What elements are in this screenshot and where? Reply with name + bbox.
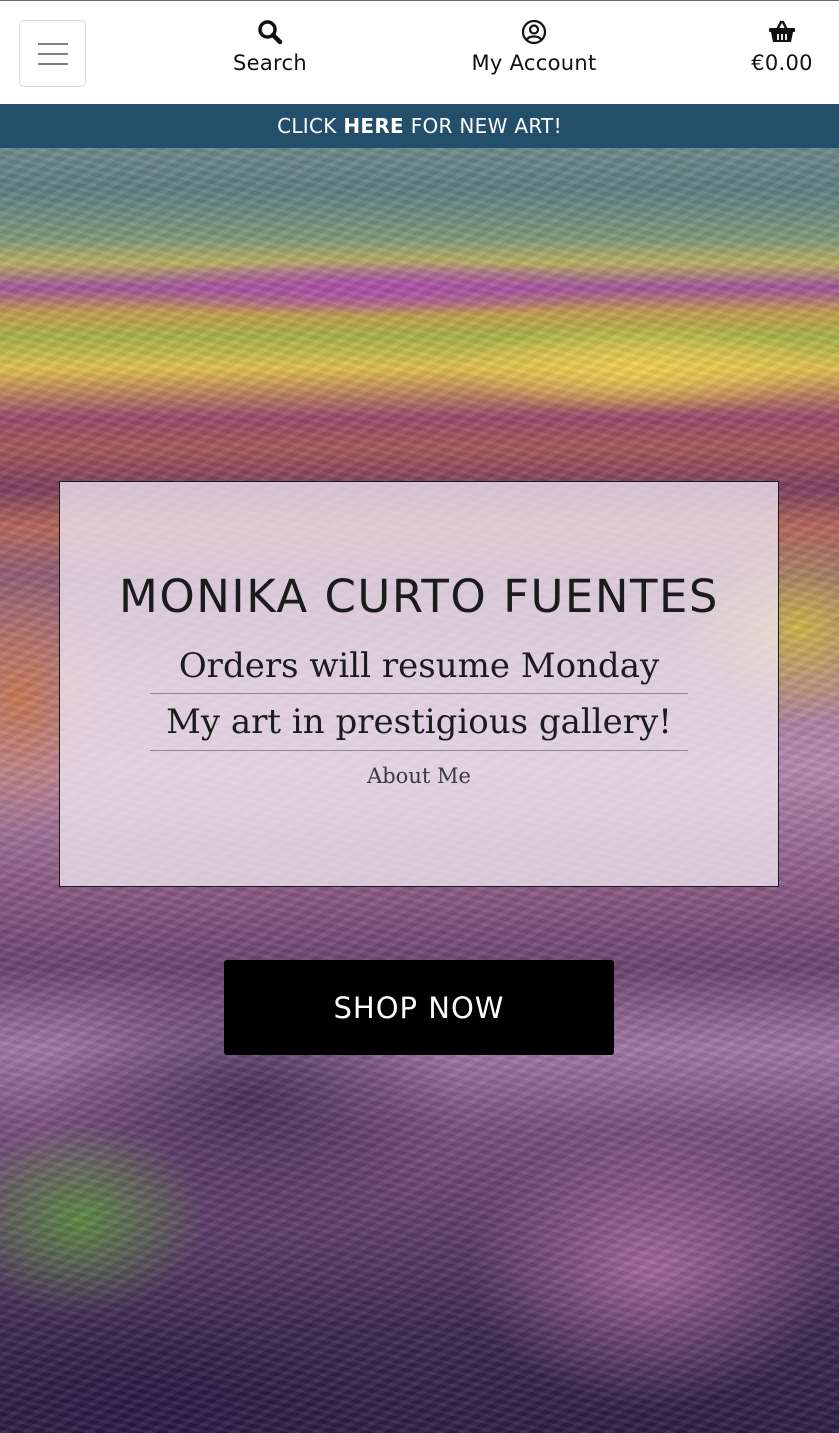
shop-now-button[interactable]: SHOP NOW — [224, 960, 614, 1055]
bag-total: €0.00 — [751, 51, 813, 75]
hamburger-icon — [37, 42, 68, 45]
about-me-link[interactable]: About Me — [60, 764, 778, 788]
search-link[interactable]: Search — [230, 19, 310, 75]
announcement-orders: Orders will resume Monday — [150, 646, 688, 694]
shopping-basket-icon — [769, 20, 795, 42]
my-account-link[interactable]: My Account — [466, 19, 602, 75]
site-header: Search My Account €0.00 — [0, 0, 839, 104]
hero-info-box: MONIKA CURTO FUENTES Orders will resume … — [59, 481, 779, 887]
my-account-label: My Account — [471, 51, 597, 75]
banner-link[interactable]: HERE — [343, 114, 404, 138]
banner-suffix: FOR NEW ART! — [410, 114, 562, 138]
menu-toggle-button[interactable] — [19, 20, 86, 87]
search-icon — [258, 20, 283, 45]
user-circle-icon — [521, 19, 547, 45]
shopping-bag-link[interactable]: €0.00 — [744, 19, 820, 75]
banner-prefix: CLICK — [277, 114, 337, 138]
brand-title: MONIKA CURTO FUENTES — [119, 570, 719, 623]
announcement-gallery: My art in prestigious gallery! — [150, 702, 688, 751]
search-label: Search — [233, 51, 307, 75]
promo-banner: CLICK HERE FOR NEW ART! — [0, 104, 839, 148]
hero-painting: MONIKA CURTO FUENTES Orders will resume … — [0, 148, 839, 1433]
